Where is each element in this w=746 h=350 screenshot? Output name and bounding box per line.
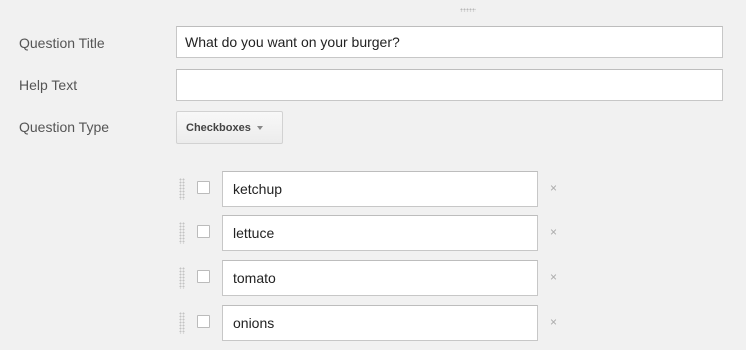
close-icon[interactable]: × — [550, 181, 557, 195]
option-checkbox — [197, 315, 210, 328]
question-title-input[interactable] — [176, 26, 723, 58]
option-input[interactable] — [222, 260, 538, 296]
drag-handle-icon[interactable] — [460, 8, 476, 12]
option-input[interactable] — [222, 171, 538, 207]
question-type-select[interactable]: Checkboxes — [176, 111, 283, 144]
drag-handle-icon[interactable] — [179, 312, 185, 334]
drag-handle-icon[interactable] — [179, 222, 185, 244]
question-editor: Question Title Help Text Question Type C… — [4, 0, 742, 350]
drag-handle-icon[interactable] — [179, 178, 185, 200]
option-checkbox — [197, 270, 210, 283]
help-text-input[interactable] — [176, 69, 723, 101]
drag-handle-icon[interactable] — [179, 267, 185, 289]
close-icon[interactable]: × — [550, 225, 557, 239]
question-type-value: Checkboxes — [186, 121, 251, 134]
question-title-label: Question Title — [19, 35, 105, 51]
close-icon[interactable]: × — [550, 315, 557, 329]
chevron-down-icon — [256, 125, 263, 130]
help-text-label: Help Text — [19, 77, 78, 93]
list-item: × — [176, 260, 596, 296]
close-icon[interactable]: × — [550, 270, 557, 284]
list-item: × — [176, 171, 596, 207]
list-item: × — [176, 305, 596, 341]
list-item: × — [176, 215, 596, 251]
option-checkbox — [197, 225, 210, 238]
option-input[interactable] — [222, 305, 538, 341]
option-checkbox — [197, 181, 210, 194]
option-input[interactable] — [222, 215, 538, 251]
question-type-label: Question Type — [19, 119, 110, 135]
